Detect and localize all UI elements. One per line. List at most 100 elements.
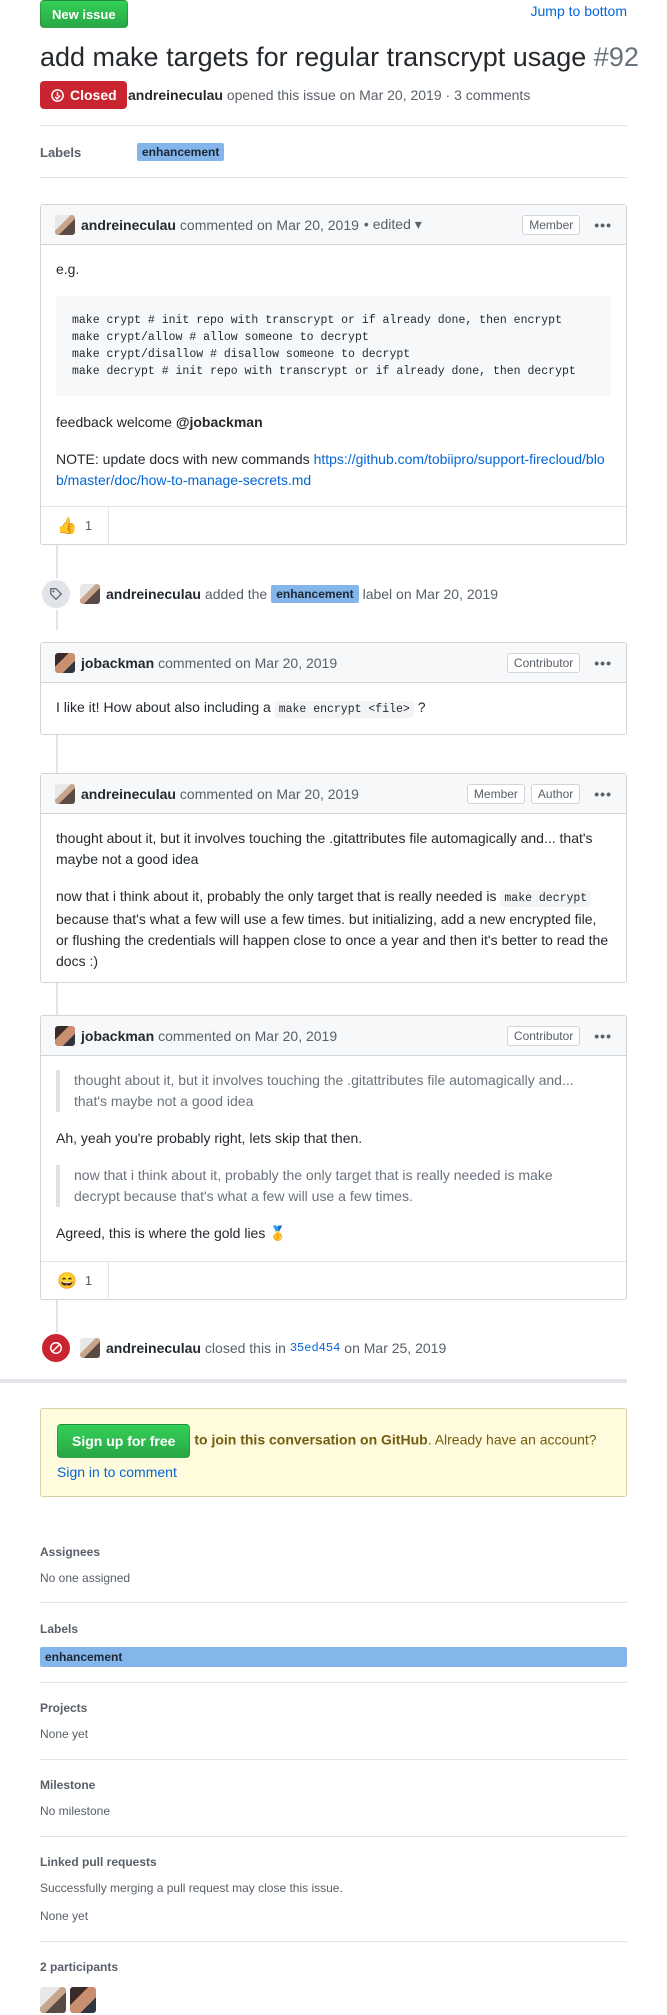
labels-sidebar-heading[interactable]: Labels bbox=[40, 1622, 78, 1636]
label-enhancement[interactable]: enhancement bbox=[271, 585, 359, 603]
comment-text: now that i think about it, probably the … bbox=[56, 886, 611, 972]
comment-body: thought about it, but it involves touchi… bbox=[41, 1056, 626, 1258]
comment-2: jobackman commented on Mar 20, 2019 Cont… bbox=[40, 642, 627, 735]
smile-reaction[interactable]: 😄 1 bbox=[41, 1261, 110, 1300]
inline-code: make decrypt bbox=[500, 890, 592, 907]
thumbs-up-reaction[interactable]: 👍 1 bbox=[41, 506, 110, 545]
author-badge: Author bbox=[530, 783, 581, 804]
jump-to-bottom-link[interactable]: Jump to bottom bbox=[531, 3, 628, 19]
closed-issue-icon bbox=[51, 88, 64, 102]
contributor-badge: Contributor bbox=[506, 1025, 581, 1046]
comment-meta[interactable]: commented on Mar 20, 2019 bbox=[180, 217, 359, 233]
event-text: label on Mar 20, 2019 bbox=[362, 586, 499, 602]
more-options-icon[interactable]: ••• bbox=[594, 786, 612, 802]
comment-text: NOTE: update docs with new commands http… bbox=[56, 449, 611, 491]
label-enhancement[interactable]: enhancement bbox=[40, 1647, 627, 1667]
comment-text: thought about it, but it involves touchi… bbox=[56, 830, 593, 867]
divider bbox=[40, 1836, 627, 1837]
comment-1: andreineculau commented on Mar 20, 2019 … bbox=[40, 204, 627, 545]
comment-meta[interactable]: commented on Mar 20, 2019 bbox=[158, 655, 337, 671]
comment-header: andreineculau commented on Mar 20, 2019 … bbox=[41, 774, 626, 814]
event-actor[interactable]: andreineculau bbox=[106, 1340, 201, 1356]
blockquote: thought about it, but it involves touchi… bbox=[56, 1070, 611, 1112]
participant-avatar[interactable] bbox=[70, 1987, 96, 2013]
avatar[interactable] bbox=[55, 652, 75, 673]
sign-in-link[interactable]: Sign in to comment bbox=[57, 1464, 177, 1480]
assignees-value: No one assigned bbox=[40, 1571, 131, 1585]
closed-event: andreineculau closed this in 35ed454 on … bbox=[40, 1332, 446, 1364]
reactions-bar: 👍 1 bbox=[41, 506, 626, 545]
issue-meta: andreineculau opened this issue on Mar 2… bbox=[128, 87, 530, 103]
linked-prs-value: None yet bbox=[40, 1909, 89, 1923]
divider bbox=[40, 1602, 627, 1603]
blockquote: now that i think about it, probably the … bbox=[56, 1165, 611, 1207]
comment-author[interactable]: jobackman bbox=[81, 655, 154, 671]
linked-prs-heading[interactable]: Linked pull requests bbox=[40, 1855, 157, 1869]
linked-prs-desc: Successfully merging a pull request may … bbox=[40, 1881, 343, 1895]
comment-author[interactable]: andreineculau bbox=[81, 786, 176, 802]
issue-opened-text: opened this issue on Mar 20, 2019 · 3 co… bbox=[226, 87, 531, 103]
comment-body: e.g. make crypt # init repo with transcr… bbox=[41, 245, 626, 505]
event-text: closed this in bbox=[204, 1340, 286, 1356]
assignees-heading[interactable]: Assignees bbox=[40, 1545, 100, 1559]
timeline-line bbox=[56, 983, 58, 1015]
avatar[interactable] bbox=[55, 783, 75, 804]
reaction-count: 1 bbox=[84, 1273, 93, 1288]
comment-text-part: now that i think about it, probably the … bbox=[56, 888, 497, 904]
commit-link[interactable]: 35ed454 bbox=[290, 1341, 340, 1355]
label-enhancement[interactable]: enhancement bbox=[137, 143, 225, 161]
event-text: on Mar 25, 2019 bbox=[344, 1340, 447, 1356]
timeline-line bbox=[56, 1300, 58, 1332]
participant-avatar[interactable] bbox=[40, 1987, 66, 2013]
projects-value: None yet bbox=[40, 1727, 89, 1741]
mention-link[interactable]: @jobackman bbox=[176, 414, 263, 430]
feedback-text: feedback welcome bbox=[56, 414, 172, 430]
comment-meta[interactable]: commented on Mar 20, 2019 bbox=[180, 786, 359, 802]
avatar[interactable] bbox=[55, 214, 75, 235]
divider bbox=[40, 177, 627, 178]
comment-meta[interactable]: commented on Mar 20, 2019 bbox=[158, 1028, 337, 1044]
comment-text: e.g. bbox=[56, 261, 80, 277]
issue-title-text: add make targets for regular transcrypt … bbox=[40, 42, 587, 72]
event-actor[interactable]: andreineculau bbox=[106, 586, 201, 602]
projects-heading[interactable]: Projects bbox=[40, 1701, 87, 1715]
code-block: make crypt # init repo with transcrypt o… bbox=[56, 296, 611, 396]
more-options-icon[interactable]: ••• bbox=[594, 217, 612, 233]
avatar[interactable] bbox=[80, 584, 100, 604]
milestone-heading[interactable]: Milestone bbox=[40, 1778, 95, 1792]
divider bbox=[40, 1682, 627, 1683]
divider bbox=[40, 1759, 627, 1760]
avatar[interactable] bbox=[55, 1025, 75, 1046]
note-text: NOTE: update docs with new commands bbox=[56, 451, 310, 467]
medal-icon: 🥇 bbox=[269, 1225, 287, 1241]
inline-code: make encrypt <file> bbox=[274, 701, 414, 718]
issue-author[interactable]: andreineculau bbox=[128, 87, 223, 103]
comment-header: jobackman commented on Mar 20, 2019 Cont… bbox=[41, 1016, 626, 1056]
new-issue-button[interactable]: New issue bbox=[40, 0, 128, 28]
divider bbox=[40, 1941, 627, 1942]
comment-text-part: because that's what a few will use a few… bbox=[56, 911, 609, 969]
comment-author[interactable]: andreineculau bbox=[81, 217, 176, 233]
thumbs-up-icon: 👍 bbox=[57, 517, 77, 535]
sign-up-button[interactable]: Sign up for free bbox=[57, 1424, 191, 1458]
comment-text-part: I like it! How about also including a bbox=[56, 699, 271, 715]
comment-author[interactable]: jobackman bbox=[81, 1028, 154, 1044]
divider bbox=[40, 125, 627, 126]
tag-icon bbox=[40, 578, 72, 610]
avatar[interactable] bbox=[80, 1338, 100, 1358]
issue-number: #92 bbox=[593, 42, 639, 72]
comment-text-part: ? bbox=[417, 699, 426, 715]
signup-bold-text: to join this conversation on GitHub bbox=[194, 1431, 428, 1448]
more-options-icon[interactable]: ••• bbox=[594, 1028, 612, 1044]
more-options-icon[interactable]: ••• bbox=[594, 655, 612, 671]
state-badge: Closed bbox=[40, 81, 127, 109]
comment-header: jobackman commented on Mar 20, 2019 Cont… bbox=[41, 643, 626, 683]
comment-text: I like it! How about also including a ma… bbox=[56, 697, 611, 720]
state-label: Closed bbox=[70, 87, 117, 103]
timeline-end-divider bbox=[0, 1379, 627, 1383]
comment-body: I like it! How about also including a ma… bbox=[41, 683, 626, 734]
comment-body: thought about it, but it involves touchi… bbox=[41, 814, 626, 986]
edited-dropdown[interactable]: • edited ▾ bbox=[364, 216, 422, 233]
reaction-count: 1 bbox=[84, 518, 93, 533]
event-text: added the bbox=[204, 586, 268, 602]
